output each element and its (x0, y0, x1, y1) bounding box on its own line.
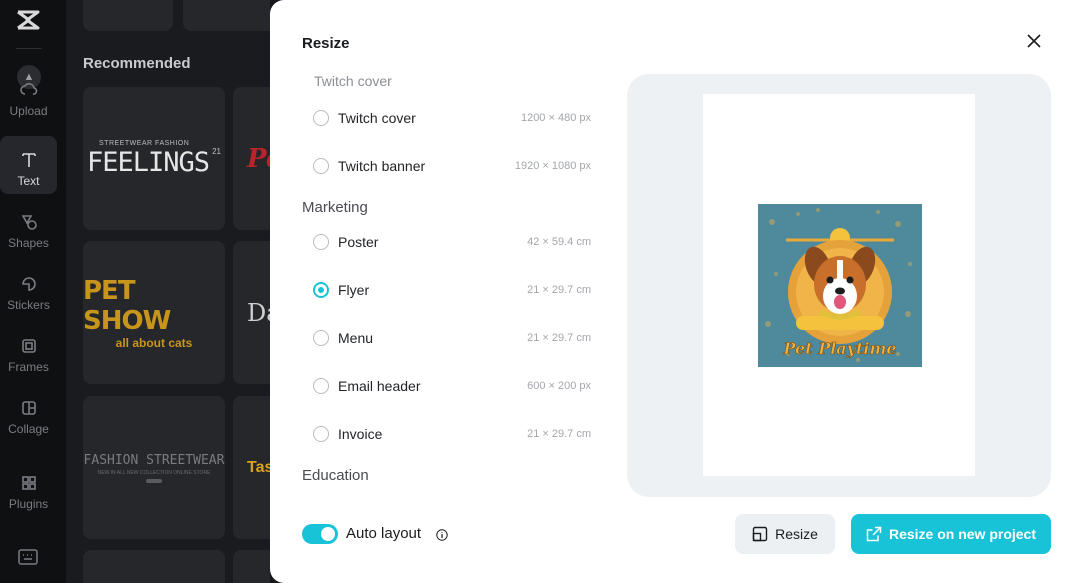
stickers-icon (18, 273, 40, 295)
rail-divider (16, 48, 42, 49)
option-poster[interactable]: Poster 42 × 59.4 cm (313, 230, 591, 254)
option-size: 21 × 29.7 cm (527, 428, 591, 440)
sidebar-item-label: Shapes (8, 236, 49, 250)
template-text: FASHION STREETWEAR (83, 452, 225, 468)
template-card[interactable]: Pe (233, 87, 270, 230)
collage-icon (18, 397, 40, 419)
sidebar-item-upload[interactable]: Upload (0, 66, 57, 124)
option-name: Flyer (338, 282, 370, 298)
option-invoice[interactable]: Invoice 21 × 29.7 cm (313, 422, 591, 446)
pet-playtime-artwork: Pet Playtime (758, 204, 922, 367)
size-options-list[interactable]: Twitch cover Twitch cover 1200 × 480 px … (302, 68, 602, 493)
text-templates-panel: Recommended STREETWEAR FASHION FEELINGS … (66, 0, 270, 583)
radio-button[interactable] (313, 158, 329, 174)
option-name: Menu (338, 330, 374, 346)
template-text: FEELINGS (87, 146, 210, 178)
capcut-logo-icon[interactable] (15, 7, 41, 33)
resize-new-button-label: Resize on new project (888, 526, 1037, 542)
template-text: all about cats (115, 335, 193, 350)
auto-layout-toggle[interactable] (302, 524, 338, 544)
template-card[interactable] (83, 550, 225, 583)
option-name: Poster (338, 234, 379, 250)
radio-button[interactable] (313, 234, 329, 250)
sidebar-item-label: Plugins (8, 497, 49, 511)
sidebar-item-collage[interactable]: Collage (0, 384, 57, 442)
option-name: Twitch cover (338, 110, 416, 126)
sidebar-item-text[interactable]: Text (0, 136, 57, 194)
template-text: Tas (247, 458, 270, 476)
group-heading-education: Education (302, 467, 369, 484)
radio-button[interactable] (313, 426, 329, 442)
resize-on-new-project-button[interactable]: Resize on new project (851, 514, 1051, 554)
template-card[interactable]: STREETWEAR FASHION FEELINGS 21 (83, 87, 225, 230)
template-text: NEW IN ALL NEW COLLECTION ONLINE STORE (97, 469, 211, 476)
template-text: Pe (247, 143, 270, 174)
option-twitch-banner[interactable]: Twitch banner 1920 × 1080 px (313, 154, 591, 178)
option-size: 21 × 29.7 cm (527, 332, 591, 344)
template-card[interactable] (83, 0, 173, 31)
template-card[interactable]: Tas (233, 396, 270, 539)
option-size: 42 × 59.4 cm (527, 236, 591, 248)
sidebar-item-label: Text (17, 174, 40, 188)
sidebar-item-label: Collage (8, 422, 49, 436)
option-name: Email header (338, 378, 421, 394)
resize-button-label: Resize (775, 526, 818, 542)
close-button[interactable] (1024, 31, 1044, 51)
left-rail: ▲ Upload Text Shapes Stickers Frames Col… (0, 0, 66, 583)
radio-button[interactable] (313, 378, 329, 394)
option-email-header[interactable]: Email header 600 × 200 px (313, 374, 591, 398)
option-name: Invoice (338, 426, 383, 442)
option-size: 1200 × 480 px (520, 112, 591, 124)
sidebar-item-stickers[interactable]: Stickers (0, 260, 57, 318)
keyboard-icon[interactable] (18, 549, 38, 565)
group-heading: Twitch cover (314, 73, 392, 89)
info-icon[interactable] (436, 528, 448, 541)
sidebar-item-frames[interactable]: Frames (0, 322, 57, 380)
option-size: 1920 × 1080 px (514, 160, 591, 172)
close-icon (1027, 34, 1041, 48)
external-link-icon (866, 526, 882, 542)
option-flyer[interactable]: Flyer 21 × 29.7 cm (313, 278, 591, 302)
frames-icon (18, 335, 40, 357)
template-text: STREETWEAR FASHION (99, 139, 190, 147)
template-badge: 21 (212, 146, 221, 156)
template-card[interactable] (233, 550, 270, 583)
shapes-icon (18, 211, 40, 233)
option-twitch-cover[interactable]: Twitch cover 1200 × 480 px (313, 106, 591, 130)
auto-layout-label: Auto layout (346, 525, 422, 542)
template-text: PET SHOW (83, 275, 171, 336)
template-decoration (146, 478, 162, 483)
sidebar-item-plugins[interactable]: Plugins (0, 459, 57, 517)
option-name: Twitch banner (338, 158, 426, 174)
template-card[interactable]: PET SHOW all about cats (83, 241, 225, 384)
template-card[interactable]: FASHION STREETWEAR NEW IN ALL NEW COLLEC… (83, 396, 225, 539)
sidebar-item-label: Stickers (7, 298, 50, 312)
sidebar-item-shapes[interactable]: Shapes (0, 198, 57, 256)
resize-button[interactable]: Resize (735, 514, 835, 554)
template-text: Da (247, 298, 270, 327)
resize-dialog: Resize Twitch cover Twitch cover 1200 × … (270, 0, 1066, 583)
text-icon (18, 149, 40, 171)
option-size: 21 × 29.7 cm (527, 284, 591, 296)
template-card[interactable] (183, 0, 270, 31)
template-card[interactable]: Da (233, 241, 270, 384)
radio-button[interactable] (313, 330, 329, 346)
radio-button-selected[interactable] (313, 282, 329, 298)
dialog-title: Resize (302, 35, 350, 52)
option-menu[interactable]: Menu 21 × 29.7 cm (313, 326, 591, 350)
section-heading: Recommended (83, 55, 191, 72)
plugins-icon (18, 472, 40, 494)
artwork-text: Pet Playtime (782, 339, 896, 358)
resize-icon (752, 526, 768, 542)
option-size: 600 × 200 px (527, 380, 591, 392)
upload-icon (18, 79, 40, 101)
sidebar-item-label: Upload (9, 104, 48, 118)
group-heading-marketing: Marketing (302, 199, 368, 216)
radio-button[interactable] (313, 110, 329, 126)
sidebar-item-label: Frames (8, 360, 49, 374)
